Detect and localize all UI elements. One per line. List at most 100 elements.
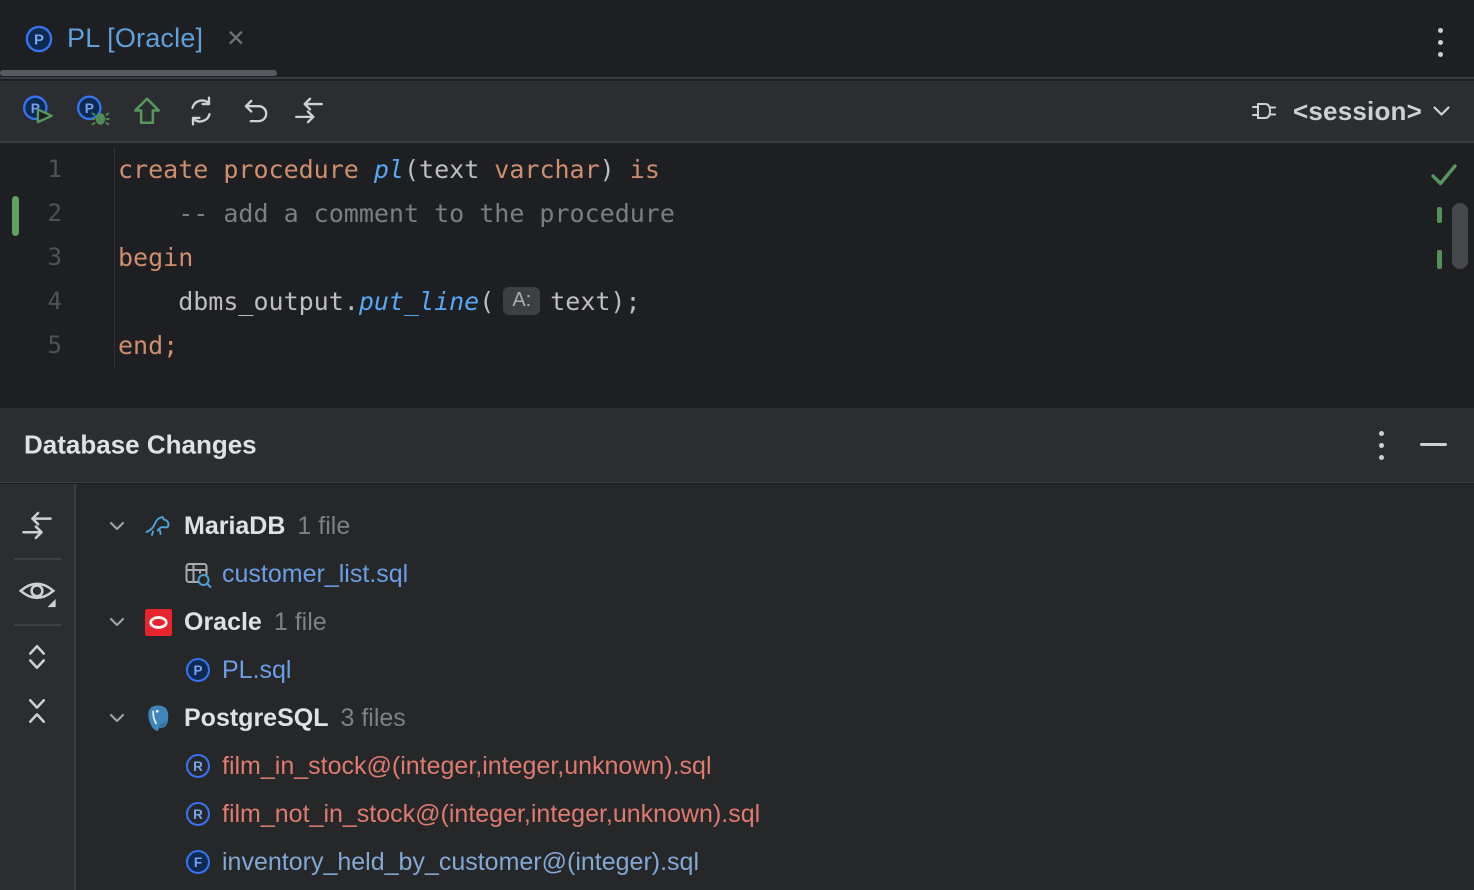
changes-tree: MariaDB 1 file customer_list.sql xyxy=(78,502,1474,886)
code-token: is xyxy=(630,155,660,184)
ide-window: P PL [Oracle] ✕ P P xyxy=(0,0,1474,890)
editor-scrollbar[interactable] xyxy=(1452,203,1468,269)
tree-group-mariadb[interactable]: MariaDB 1 file xyxy=(78,502,1474,550)
debug-procedure-icon: P xyxy=(75,93,111,129)
svg-text:F: F xyxy=(194,855,202,870)
code-line[interactable]: create procedure pl(text varchar) is xyxy=(118,147,1394,191)
panel-options-icon[interactable] xyxy=(1379,431,1384,460)
code-token: pl xyxy=(374,155,404,184)
procedure-p-icon: P xyxy=(24,24,54,54)
file-link[interactable]: PL.sql xyxy=(222,656,291,685)
group-label: MariaDB xyxy=(184,512,285,541)
submit-arrow-icon xyxy=(131,95,163,127)
run-procedure-icon: P xyxy=(21,93,57,129)
chevron-down-icon[interactable] xyxy=(102,609,132,635)
change-marker[interactable] xyxy=(12,196,19,236)
line-number: 4 xyxy=(0,279,114,323)
code-token: ) xyxy=(600,155,630,184)
eye-icon xyxy=(16,572,58,612)
function-f-icon: F xyxy=(184,848,212,876)
database-changes-panel: MariaDB 1 file customer_list.sql xyxy=(0,484,1474,890)
close-icon[interactable]: ✕ xyxy=(226,27,245,50)
code-editor[interactable]: 1 2 3 4 5 create procedure pl(text varch… xyxy=(0,145,1474,408)
tree-group-oracle[interactable]: Oracle 1 file xyxy=(78,598,1474,646)
code-comment: -- add a comment to the procedure xyxy=(118,199,675,228)
code-lines: create procedure pl(text varchar) is -- … xyxy=(118,147,1394,367)
file-link[interactable]: film_not_in_stock@(integer,integer,unkno… xyxy=(222,800,760,829)
more-options-icon[interactable] xyxy=(1438,28,1443,57)
navigate-changes-button[interactable] xyxy=(20,509,54,543)
code-token: end; xyxy=(118,331,178,360)
rollback-button[interactable] xyxy=(237,93,273,129)
editor-toolbar: P P xyxy=(0,81,1474,143)
database-changes-header: Database Changes xyxy=(0,408,1474,483)
tree-file-row[interactable]: R film_not_in_stock@(integer,integer,unk… xyxy=(78,790,1474,838)
collapse-all-button[interactable] xyxy=(20,694,54,728)
code-token: begin xyxy=(118,243,193,272)
oracle-icon xyxy=(144,609,172,636)
file-link[interactable]: film_in_stock@(integer,integer,unknown).… xyxy=(222,752,712,781)
editor-gutter: 1 2 3 4 5 xyxy=(0,147,114,367)
change-stripe xyxy=(1437,207,1442,223)
toolbar-separator xyxy=(14,624,61,626)
panel-title: Database Changes xyxy=(24,430,257,461)
tree-file-row[interactable]: customer_list.sql xyxy=(78,550,1474,598)
chevron-down-icon[interactable] xyxy=(102,513,132,539)
code-token: create procedure xyxy=(118,155,374,184)
svg-text:P: P xyxy=(34,31,44,48)
panel-side-toolbar xyxy=(0,484,76,890)
expand-all-button[interactable] xyxy=(20,640,54,674)
routine-r-icon: R xyxy=(184,752,212,780)
group-count: 3 files xyxy=(340,704,405,733)
procedure-p-icon: P xyxy=(184,656,212,684)
submit-button[interactable] xyxy=(129,93,165,129)
svg-text:R: R xyxy=(193,807,203,822)
mariadb-icon xyxy=(144,512,172,540)
hide-panel-icon[interactable] xyxy=(1420,443,1447,446)
tree-file-row[interactable]: F inventory_held_by_customer@(integer).s… xyxy=(78,838,1474,886)
collapse-all-icon xyxy=(20,694,54,728)
tab-label: PL [Oracle] xyxy=(67,23,203,54)
chevron-down-icon[interactable] xyxy=(102,705,132,731)
group-label: PostgreSQL xyxy=(184,704,328,733)
swap-arrows-icon xyxy=(20,509,54,543)
plug-icon xyxy=(1250,96,1284,126)
chevron-down-icon xyxy=(1431,103,1452,119)
group-count: 1 file xyxy=(297,512,350,541)
code-line[interactable]: end; xyxy=(118,323,1394,367)
table-search-icon xyxy=(184,560,212,589)
tree-group-postgresql[interactable]: PostgreSQL 3 files xyxy=(78,694,1474,742)
file-link[interactable]: customer_list.sql xyxy=(222,560,408,589)
inspections-ok-icon[interactable] xyxy=(1429,161,1459,189)
code-line[interactable]: dbms_output.put_line(A:text); xyxy=(118,279,1394,323)
code-token: text); xyxy=(550,287,640,316)
toolbar-separator xyxy=(14,558,61,560)
code-line[interactable]: begin xyxy=(118,235,1394,279)
file-link[interactable]: inventory_held_by_customer@(integer).sql xyxy=(222,848,699,877)
code-token: put_line xyxy=(359,287,479,316)
svg-text:R: R xyxy=(193,759,203,774)
tab-underline xyxy=(0,70,277,76)
group-label: Oracle xyxy=(184,608,262,637)
code-line[interactable]: -- add a comment to the procedure xyxy=(118,191,1394,235)
line-number: 5 xyxy=(0,323,114,367)
session-label: <session> xyxy=(1293,96,1422,127)
navigate-changes-button[interactable] xyxy=(291,93,327,129)
refresh-icon xyxy=(185,95,217,127)
preview-diff-button[interactable] xyxy=(16,572,58,612)
session-selector[interactable]: <session> xyxy=(1250,81,1452,141)
debug-procedure-button[interactable]: P xyxy=(75,93,111,129)
editor-tab-bar: P PL [Oracle] ✕ xyxy=(0,0,1474,79)
tree-file-row[interactable]: R film_in_stock@(integer,integer,unknown… xyxy=(78,742,1474,790)
routine-r-icon: R xyxy=(184,800,212,828)
parameter-hint-badge: A: xyxy=(503,287,540,315)
group-count: 1 file xyxy=(274,608,327,637)
swap-arrows-icon xyxy=(293,95,325,127)
tree-file-row[interactable]: P PL.sql xyxy=(78,646,1474,694)
change-stripe xyxy=(1437,250,1442,269)
undo-icon xyxy=(239,95,271,127)
refresh-button[interactable] xyxy=(183,93,219,129)
line-number: 1 xyxy=(0,147,114,191)
run-procedure-button[interactable]: P xyxy=(21,93,57,129)
tab-pl-oracle[interactable]: P PL [Oracle] ✕ xyxy=(0,0,266,77)
